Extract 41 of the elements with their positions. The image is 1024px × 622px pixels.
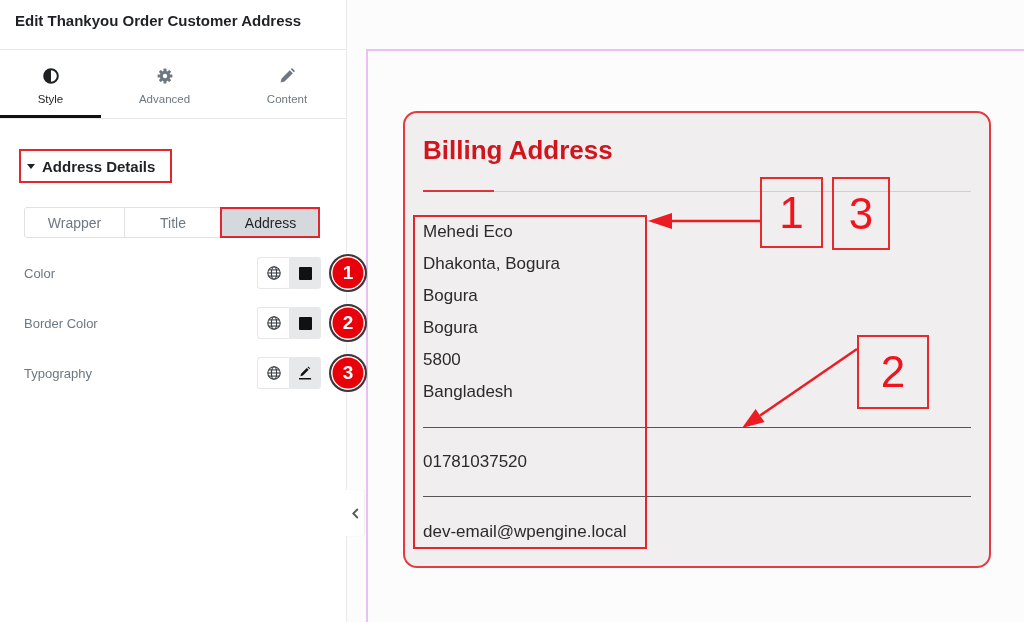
address-line: Dhakonta, Bogura	[423, 253, 561, 275]
callout-label: 1	[760, 177, 823, 248]
pencil-icon	[298, 366, 312, 380]
globe-icon	[266, 366, 281, 380]
tab[interactable]: Content	[228, 50, 346, 118]
global-button[interactable]	[257, 257, 289, 289]
callout-label: 2	[857, 335, 929, 409]
control-label: Border Color	[24, 315, 98, 331]
segment-tab[interactable]: Address	[221, 208, 319, 237]
panel-title: Edit Thankyou Order Customer Address	[15, 12, 302, 29]
swatch-icon	[298, 316, 312, 330]
address-line: Mehedi Eco	[423, 221, 513, 243]
chevron-left-icon	[351, 507, 359, 519]
control-label: Color	[24, 265, 56, 281]
global-button[interactable]	[257, 307, 289, 339]
tab[interactable]: Style	[0, 50, 101, 118]
globe-icon	[266, 266, 281, 280]
email-address: dev-email@wpengine.local	[423, 521, 627, 543]
pencil-icon	[279, 68, 295, 84]
callout-label: 3	[832, 177, 890, 250]
contrast-icon	[42, 68, 59, 84]
address-line: Bogura	[423, 285, 478, 307]
gear-icon	[156, 68, 173, 84]
address-line: Bangladesh	[423, 381, 513, 403]
swatch-icon	[298, 266, 312, 280]
control-label: Typography	[24, 365, 92, 381]
card-title: Billing Address	[423, 135, 613, 165]
step-badge: 2	[329, 304, 367, 342]
phone-number: 01781037520	[423, 451, 527, 473]
edit-button[interactable]	[289, 357, 321, 389]
address-line: 5800	[423, 349, 461, 371]
address-line: Bogura	[423, 317, 478, 339]
collapse-button[interactable]	[346, 490, 364, 536]
color-picker-button[interactable]	[289, 257, 321, 289]
section-toggle[interactable]: Address Details	[19, 149, 173, 183]
globe-icon	[266, 316, 281, 330]
color-picker-button[interactable]	[289, 307, 321, 339]
step-badge: 3	[329, 354, 367, 392]
step-badge: 1	[329, 254, 367, 292]
global-button[interactable]	[257, 357, 289, 389]
tab[interactable]: Advanced	[101, 50, 228, 118]
